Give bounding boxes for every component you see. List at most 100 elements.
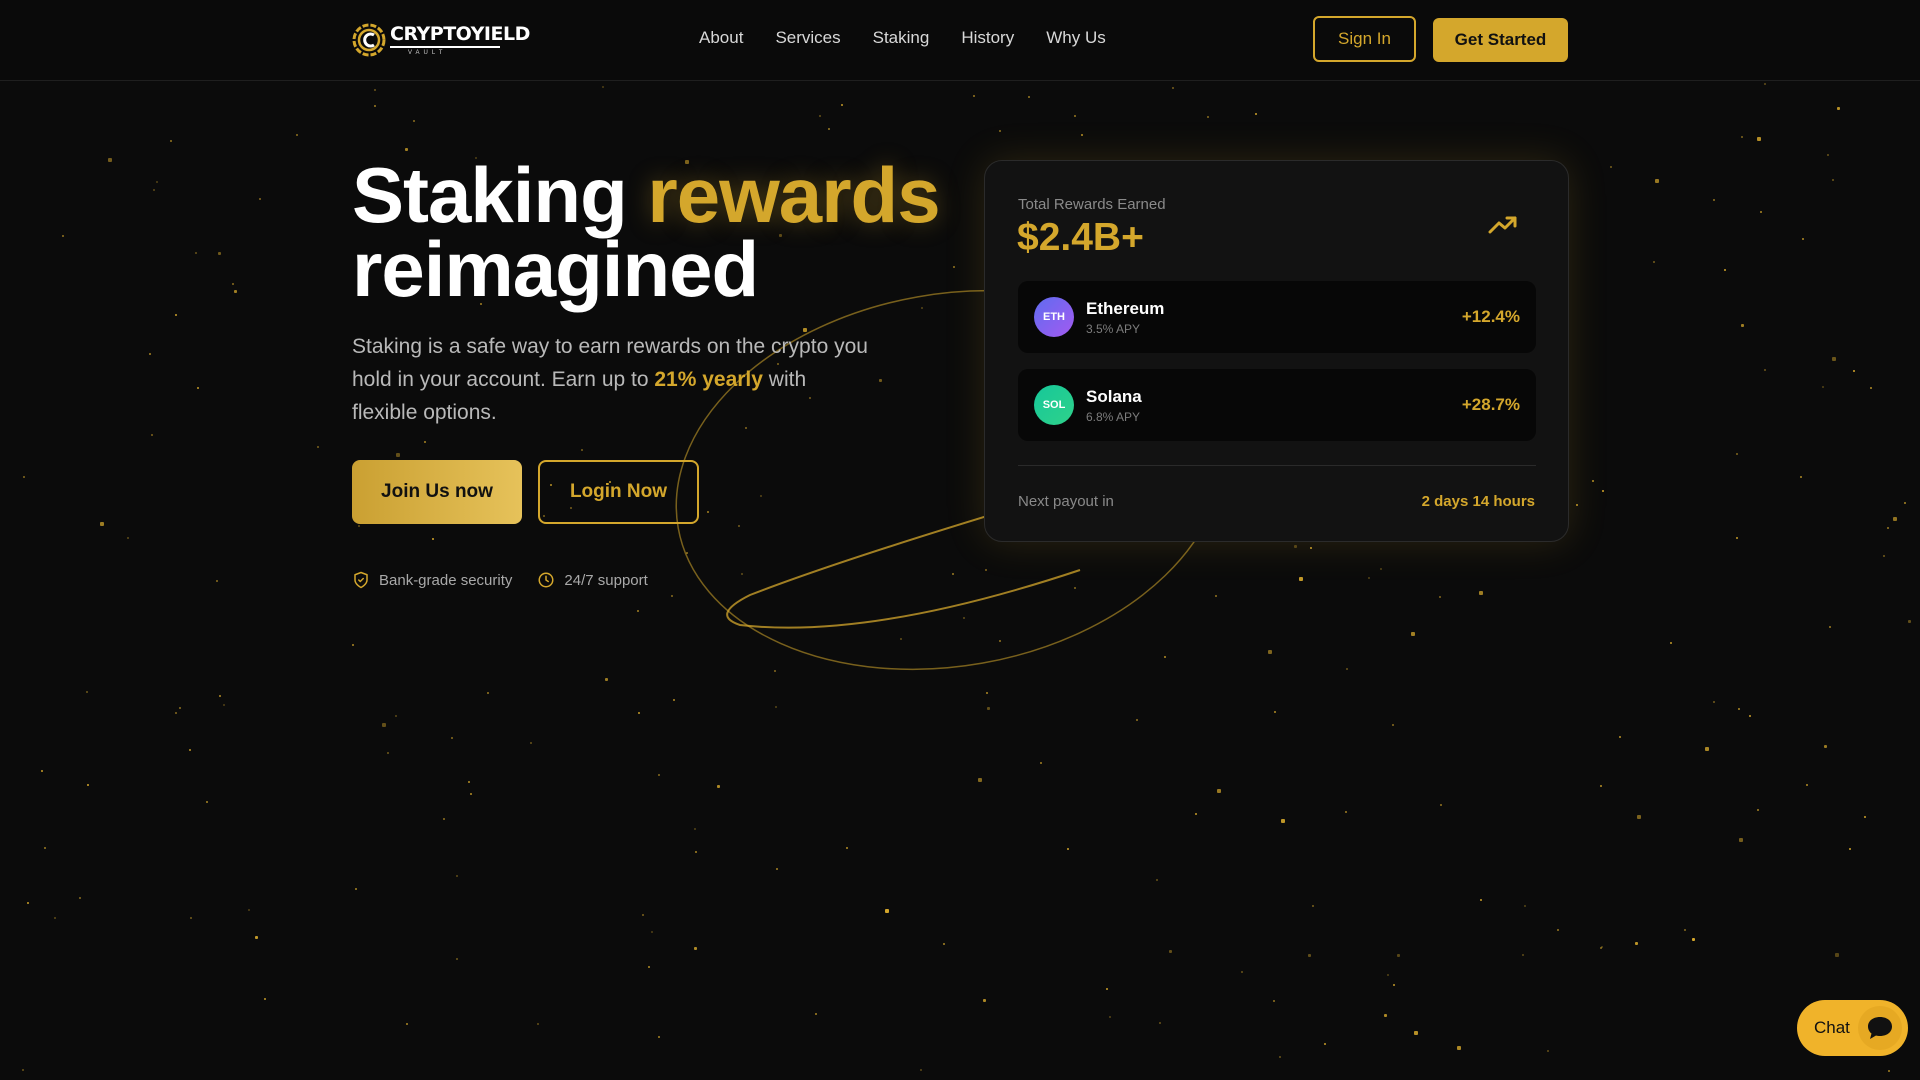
star-particle <box>317 446 319 448</box>
star-particle <box>1172 87 1174 89</box>
star-particle <box>1600 947 1602 949</box>
payout-value: 2 days 14 hours <box>1421 493 1535 510</box>
star-particle <box>1764 369 1766 371</box>
nav-link-services[interactable]: Services <box>775 28 840 48</box>
nav-link-why-us[interactable]: Why Us <box>1046 28 1106 48</box>
rewards-value: $2.4B+ <box>1017 216 1144 259</box>
star-particle <box>1308 954 1311 957</box>
get-started-button[interactable]: Get Started <box>1433 18 1568 62</box>
login-now-button[interactable]: Login Now <box>538 460 699 524</box>
star-particle <box>1294 545 1297 548</box>
star-particle <box>190 917 192 919</box>
star-particle <box>175 314 177 316</box>
star-particle <box>1835 953 1839 957</box>
top-navigation: CRYPTOYIELD VAULT About Services Staking… <box>0 0 1920 81</box>
star-particle <box>1893 517 1897 521</box>
rewards-label: Total Rewards Earned <box>1018 196 1166 213</box>
star-particle <box>815 1013 817 1015</box>
star-particle <box>1384 1014 1387 1017</box>
star-particle <box>694 828 696 830</box>
star-particle <box>395 715 397 717</box>
star-particle <box>1849 848 1851 850</box>
star-particle <box>1741 324 1744 327</box>
payout-label: Next payout in <box>1018 493 1114 510</box>
star-particle <box>219 695 221 697</box>
star-particle <box>197 387 199 389</box>
star-particle <box>1635 942 1638 945</box>
star-particle <box>828 128 830 130</box>
star-particle <box>694 947 697 950</box>
shield-check-icon <box>354 571 368 589</box>
star-particle <box>100 522 104 526</box>
star-particle <box>432 538 434 540</box>
subtext-highlight: 21% yearly <box>654 368 763 391</box>
star-particle <box>170 140 172 142</box>
brand-tagline: VAULT <box>408 49 447 56</box>
star-particle <box>637 610 639 612</box>
star-particle <box>175 712 177 714</box>
star-particle <box>1738 708 1740 710</box>
star-particle <box>1547 1050 1549 1052</box>
star-particle <box>1592 480 1594 482</box>
star-particle <box>1619 736 1621 738</box>
star-particle <box>841 104 843 106</box>
star-particle <box>1802 238 1804 240</box>
star-particle <box>1800 476 1802 478</box>
chat-bubble-icon <box>1868 1017 1892 1039</box>
star-particle <box>86 691 88 693</box>
star-particle <box>658 1036 660 1038</box>
star-particle <box>602 86 604 88</box>
star-particle <box>651 931 653 933</box>
star-particle <box>151 434 153 436</box>
star-particle <box>396 453 400 457</box>
chat-button[interactable]: Chat <box>1797 1000 1908 1056</box>
star-particle <box>355 888 357 890</box>
feature-security: Bank-grade security <box>352 571 512 589</box>
star-particle <box>1387 974 1389 976</box>
star-particle <box>387 752 389 754</box>
star-particle <box>1832 357 1836 361</box>
star-particle <box>648 966 650 968</box>
asset-row-ethereum[interactable]: ETH Ethereum 3.5% APY +12.4% <box>1018 281 1536 353</box>
star-particle <box>1829 626 1831 628</box>
nav-link-about[interactable]: About <box>699 28 743 48</box>
star-particle <box>999 130 1001 132</box>
star-particle <box>1888 1070 1890 1072</box>
cta-buttons: Join Us now Login Now <box>352 460 699 524</box>
logo-icon <box>352 23 386 57</box>
star-particle <box>1345 811 1347 813</box>
star-particle <box>1273 1000 1275 1002</box>
star-particle <box>1653 261 1655 263</box>
hero-section: Staking rewards reimagined Staking is a … <box>352 156 941 450</box>
eth-badge: ETH <box>1034 297 1074 337</box>
star-particle <box>79 897 81 899</box>
star-particle <box>259 198 261 200</box>
star-particle <box>44 847 46 849</box>
asset-row-solana[interactable]: SOL Solana 6.8% APY +28.7% <box>1018 369 1536 441</box>
star-particle <box>470 793 472 795</box>
feature-support-label: 24/7 support <box>564 571 648 589</box>
star-particle <box>1806 784 1808 786</box>
star-particle <box>1156 879 1158 881</box>
nav-link-staking[interactable]: Staking <box>873 28 930 48</box>
star-particle <box>1736 453 1738 455</box>
star-particle <box>1457 1046 1461 1050</box>
brand-logo[interactable]: CRYPTOYIELD VAULT <box>352 20 530 60</box>
star-particle <box>1670 642 1672 644</box>
star-particle <box>1136 719 1138 721</box>
star-particle <box>775 706 777 708</box>
star-particle <box>1908 620 1911 623</box>
star-particle <box>1268 650 1272 654</box>
star-particle <box>1324 1043 1326 1045</box>
star-particle <box>1764 83 1766 85</box>
star-particle <box>1255 113 1257 115</box>
star-particle <box>87 784 89 786</box>
star-particle <box>983 999 986 1002</box>
nav-link-history[interactable]: History <box>961 28 1014 48</box>
card-divider <box>1018 465 1536 466</box>
asset-change-ethereum: +12.4% <box>1461 307 1520 326</box>
star-particle <box>1074 115 1076 117</box>
star-particle <box>1380 568 1382 570</box>
join-us-button[interactable]: Join Us now <box>352 460 522 524</box>
sign-in-button[interactable]: Sign In <box>1313 16 1416 62</box>
